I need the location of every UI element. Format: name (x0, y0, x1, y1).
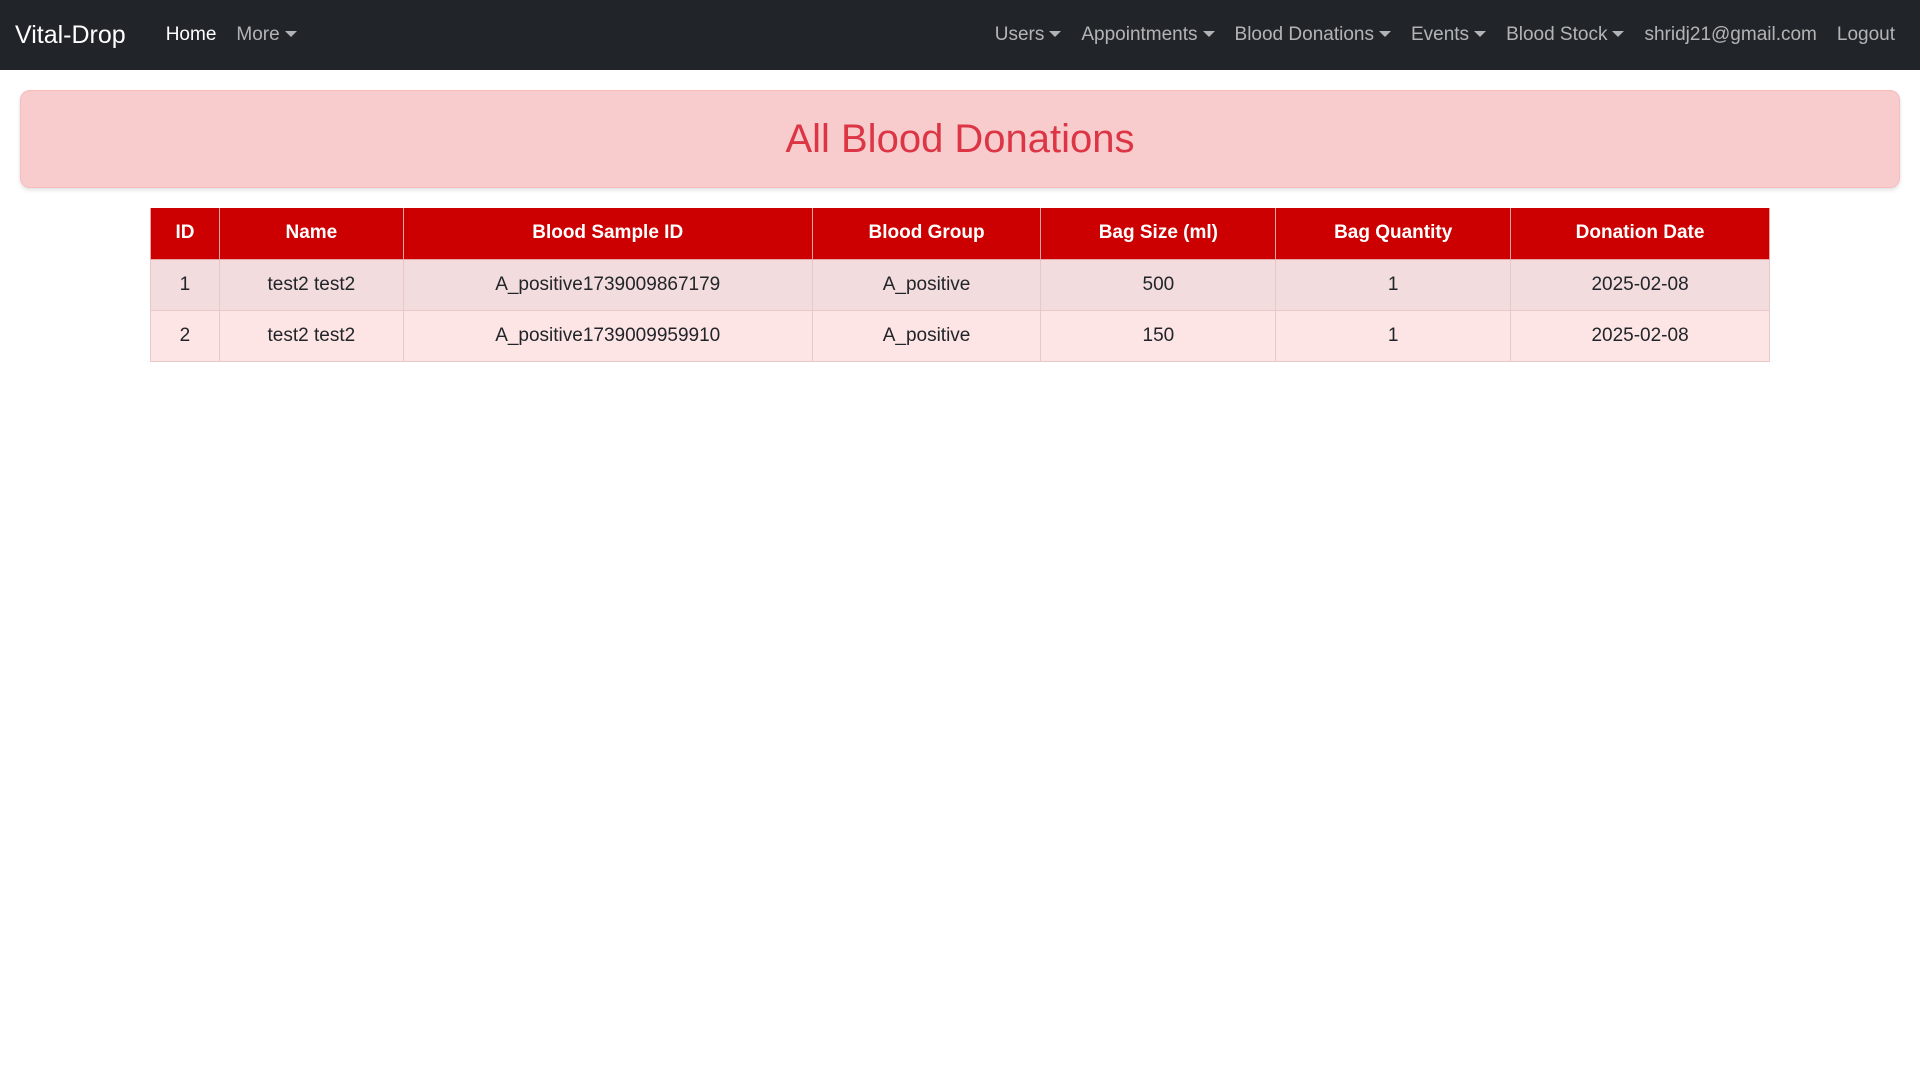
donations-table-container: ID Name Blood Sample ID Blood Group Bag … (150, 208, 1770, 362)
chevron-down-icon (1612, 31, 1625, 37)
nav-events-label: Events (1410, 24, 1470, 45)
nav-left: Home More (156, 16, 307, 54)
cell-name: test2 test2 (218, 309, 404, 362)
chevron-down-icon (1378, 31, 1391, 37)
page-title-banner: All Blood Donations (20, 90, 1900, 188)
cell-blood-group: A_positive (811, 309, 1042, 362)
nav-appointments-label: Appointments (1081, 24, 1198, 45)
nav-blood-donations-dropdown[interactable]: Blood Donations (1225, 16, 1401, 54)
table-row: 2 test2 test2 A_positive1739009959910 A_… (150, 309, 1770, 362)
column-header-bag-quantity: Bag Quantity (1275, 208, 1512, 260)
column-header-blood-sample-id: Blood Sample ID (402, 208, 813, 260)
top-navbar: Vital-Drop Home More Users Appointments … (0, 0, 1920, 70)
chevron-down-icon (1474, 31, 1487, 37)
table-header: ID Name Blood Sample ID Blood Group Bag … (150, 208, 1770, 260)
page-title: All Blood Donations (785, 116, 1135, 161)
chevron-down-icon (1202, 31, 1215, 37)
nav-more-dropdown[interactable]: More (226, 16, 306, 54)
cell-donation-date: 2025-02-08 (1510, 309, 1770, 362)
nav-logout-link[interactable]: Logout (1827, 16, 1905, 54)
nav-events-dropdown[interactable]: Events (1401, 16, 1496, 54)
cell-bag-quantity: 1 (1275, 309, 1512, 362)
table-header-row: ID Name Blood Sample ID Blood Group Bag … (150, 208, 1770, 260)
cell-id: 2 (150, 309, 220, 362)
nav-users-dropdown[interactable]: Users (985, 16, 1072, 54)
nav-home-link[interactable]: Home (156, 16, 227, 54)
nav-blood-donations-label: Blood Donations (1234, 24, 1374, 45)
donations-table: ID Name Blood Sample ID Blood Group Bag … (150, 208, 1770, 362)
nav-right: Users Appointments Blood Donations Event… (985, 16, 1905, 54)
chevron-down-icon (284, 31, 297, 37)
nav-blood-stock-dropdown[interactable]: Blood Stock (1496, 16, 1634, 54)
cell-bag-size: 500 (1040, 258, 1277, 311)
nav-more-label: More (236, 24, 280, 45)
brand-link[interactable]: Vital-Drop (15, 21, 126, 50)
cell-id: 1 (150, 258, 220, 311)
nav-blood-stock-label: Blood Stock (1506, 24, 1608, 45)
column-header-bag-size: Bag Size (ml) (1040, 208, 1277, 260)
cell-blood-sample-id: A_positive1739009959910 (402, 309, 813, 362)
cell-donation-date: 2025-02-08 (1510, 258, 1770, 311)
nav-appointments-dropdown[interactable]: Appointments (1071, 16, 1224, 54)
nav-users-label: Users (994, 24, 1045, 45)
column-header-name: Name (218, 208, 404, 260)
cell-bag-size: 150 (1040, 309, 1277, 362)
nav-home-label: Home (165, 24, 217, 45)
table-body: 1 test2 test2 A_positive1739009867179 A_… (150, 258, 1770, 362)
table-row: 1 test2 test2 A_positive1739009867179 A_… (150, 258, 1770, 311)
cell-blood-sample-id: A_positive1739009867179 (402, 258, 813, 311)
cell-bag-quantity: 1 (1275, 258, 1512, 311)
column-header-id: ID (150, 208, 220, 260)
nav-logout-label: Logout (1836, 24, 1895, 45)
nav-user-email-link[interactable]: shridj21@gmail.com (1634, 16, 1826, 54)
chevron-down-icon (1049, 31, 1062, 37)
cell-name: test2 test2 (218, 258, 404, 311)
column-header-blood-group: Blood Group (811, 208, 1042, 260)
column-header-donation-date: Donation Date (1510, 208, 1770, 260)
nav-user-email-label: shridj21@gmail.com (1644, 24, 1817, 45)
cell-blood-group: A_positive (811, 258, 1042, 311)
